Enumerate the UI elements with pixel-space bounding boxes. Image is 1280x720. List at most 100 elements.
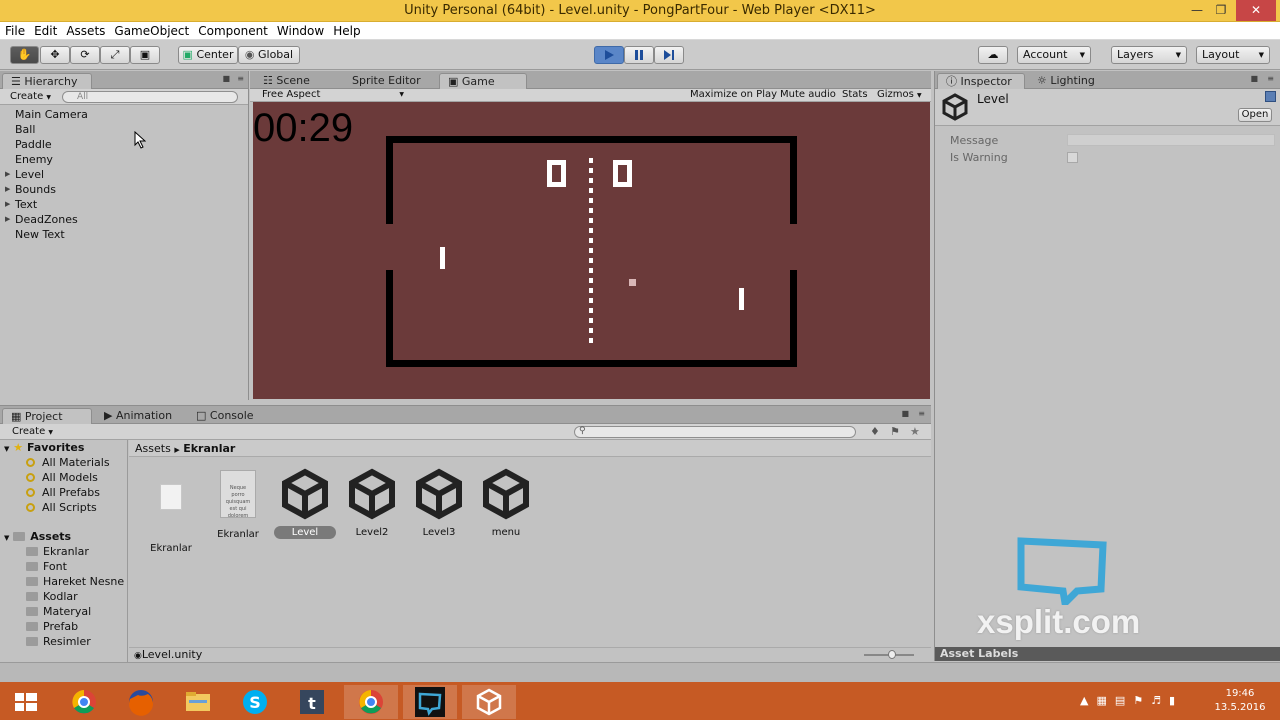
favorite-item[interactable]: All Models <box>26 471 110 486</box>
hierarchy-item[interactable]: ▶ Level <box>0 168 240 183</box>
layers-dropdown[interactable]: Layers ▼ <box>1111 46 1187 64</box>
help-book-icon[interactable] <box>1265 91 1276 102</box>
xsplit-taskbar-icon[interactable] <box>403 685 457 719</box>
volume-icon[interactable]: ♬ <box>1151 694 1169 707</box>
tray-expand-icon[interactable]: ▲ <box>1080 694 1096 707</box>
account-dropdown[interactable]: Account ▼ <box>1017 46 1091 64</box>
breadcrumb-ekranlar[interactable]: Ekranlar <box>183 442 235 455</box>
hierarchy-item[interactable]: Main Camera <box>0 108 240 123</box>
panel-menu-icon[interactable]: ≡ <box>237 74 244 83</box>
chrome-icon[interactable] <box>57 685 111 719</box>
folder-item[interactable]: Prefab <box>26 620 124 635</box>
asset-item[interactable]: menu <box>474 468 538 539</box>
asset-item[interactable]: Neque porro quisquam est qui dolorem Ekra… <box>206 468 270 541</box>
folder-item[interactable]: Hareket Nesne <box>26 575 124 590</box>
mute-audio-toggle[interactable]: Mute audio <box>776 89 840 101</box>
hierarchy-item[interactable]: ▶ Text <box>0 198 240 213</box>
tab-animation[interactable]: ▶ Animation <box>96 408 180 424</box>
tab-console[interactable]: □ Console <box>188 408 262 424</box>
message-input[interactable] <box>1067 134 1275 146</box>
favorite-star-icon[interactable]: ★ <box>910 425 920 438</box>
is-warning-checkbox[interactable] <box>1067 152 1078 163</box>
rect-tool-icon[interactable]: ▣ <box>130 46 160 64</box>
scale-tool-icon[interactable]: ⤢ <box>100 46 130 64</box>
menu-window[interactable]: Window <box>272 22 328 38</box>
tab-sprite-editor[interactable]: Sprite Editor <box>344 73 429 89</box>
chrome-app-icon[interactable] <box>344 685 398 719</box>
tray-windows-icon[interactable]: ▦ <box>1096 694 1114 707</box>
firefox-icon[interactable] <box>114 685 168 719</box>
close-icon[interactable]: ✕ <box>1236 0 1276 21</box>
network-icon[interactable]: ▮ <box>1169 694 1183 707</box>
hierarchy-item[interactable]: Ball <box>0 123 240 138</box>
hierarchy-item[interactable]: ▶ DeadZones <box>0 213 240 228</box>
expand-triangle-icon[interactable]: ▶ <box>5 215 10 223</box>
folder-item[interactable]: Font <box>26 560 124 575</box>
open-button[interactable]: Open <box>1238 108 1272 122</box>
asset-item[interactable]: Ekranlar <box>139 468 203 555</box>
slider-thumb[interactable] <box>888 650 896 659</box>
lock-icon[interactable]: ■ <box>901 409 909 418</box>
hierarchy-item[interactable]: New Text <box>0 228 240 243</box>
asset-item[interactable]: Level2 <box>340 468 404 539</box>
unity-taskbar-icon[interactable] <box>462 685 516 719</box>
favorites-header[interactable]: ▼ ★ Favorites <box>4 441 84 454</box>
pause-button[interactable] <box>624 46 654 64</box>
panel-menu-icon[interactable]: ≡ <box>918 409 925 418</box>
project-search-input[interactable]: ⚲ <box>574 426 856 438</box>
pivot-global-button[interactable]: ◉ Global <box>238 46 300 64</box>
favorite-item[interactable]: All Materials <box>26 456 110 471</box>
move-tool-icon[interactable]: ✥ <box>40 46 70 64</box>
asset-item[interactable]: Level3 <box>407 468 471 539</box>
rotate-tool-icon[interactable]: ⟳ <box>70 46 100 64</box>
hierarchy-item[interactable]: Enemy <box>0 153 240 168</box>
menu-assets[interactable]: Assets <box>61 22 109 38</box>
folder-item[interactable]: Resimler <box>26 635 124 650</box>
hand-tool-icon[interactable]: ✋ <box>10 46 39 64</box>
tab-hierarchy[interactable]: ☰ Hierarchy <box>2 73 92 89</box>
asset-item[interactable]: Level <box>273 468 337 539</box>
tray-tablet-icon[interactable]: ▤ <box>1115 694 1133 707</box>
lock-icon[interactable]: ■ <box>222 74 230 83</box>
windows-start-icon[interactable] <box>0 685 54 719</box>
step-button[interactable] <box>654 46 684 64</box>
folder-item[interactable]: Kodlar <box>26 590 124 605</box>
cloud-icon[interactable]: ☁ <box>978 46 1008 64</box>
tab-project[interactable]: ▦ Project <box>2 408 92 424</box>
tray-flag-icon[interactable]: ⚑ <box>1133 694 1151 707</box>
tab-scene[interactable]: ☷ Scene <box>255 73 318 89</box>
breadcrumb-assets[interactable]: Assets <box>135 442 171 455</box>
hierarchy-item[interactable]: ▶ Bounds <box>0 183 240 198</box>
favorite-item[interactable]: All Prefabs <box>26 486 110 501</box>
gizmos-dropdown[interactable]: Gizmos ▼ <box>873 89 926 102</box>
folder-item[interactable]: Materyal <box>26 605 124 620</box>
menu-file[interactable]: File <box>0 22 29 38</box>
project-create-button[interactable]: Create ▼ <box>8 425 57 440</box>
skype-icon[interactable]: S <box>228 685 282 719</box>
hierarchy-search-input[interactable]: All <box>62 91 238 103</box>
menu-gameobject[interactable]: GameObject <box>109 22 193 38</box>
game-viewport[interactable]: 00:29 0 0 <box>253 102 930 399</box>
filter-by-label-icon[interactable]: ⚑ <box>890 425 900 438</box>
expand-triangle-icon[interactable]: ▶ <box>5 185 10 193</box>
menu-edit[interactable]: Edit <box>29 22 61 38</box>
maximize-on-play-toggle[interactable]: Maximize on Play <box>686 89 781 101</box>
tumblr-icon[interactable]: t <box>285 685 339 719</box>
file-explorer-icon[interactable] <box>171 685 225 719</box>
hierarchy-item[interactable]: Paddle <box>0 138 240 153</box>
filter-by-type-icon[interactable]: ♦ <box>870 425 880 438</box>
favorite-item[interactable]: All Scripts <box>26 501 110 516</box>
menu-help[interactable]: Help <box>328 22 364 38</box>
clock[interactable]: 19:46 13.5.2016 <box>1212 687 1268 715</box>
expand-triangle-icon[interactable]: ▶ <box>5 200 10 208</box>
expand-triangle-icon[interactable]: ▶ <box>5 170 10 178</box>
hierarchy-create-button[interactable]: Create ▼ <box>6 90 55 105</box>
play-button[interactable] <box>594 46 624 64</box>
lock-icon[interactable]: ■ <box>1250 74 1258 83</box>
assets-root[interactable]: ▼ Assets <box>4 530 71 543</box>
pivot-center-button[interactable]: ▣ Center <box>178 46 238 64</box>
panel-menu-icon[interactable]: ≡ <box>1267 74 1274 83</box>
restore-icon[interactable]: ❐ <box>1207 0 1235 21</box>
icon-size-slider[interactable] <box>864 650 914 659</box>
layout-dropdown[interactable]: Layout ▼ <box>1196 46 1270 64</box>
